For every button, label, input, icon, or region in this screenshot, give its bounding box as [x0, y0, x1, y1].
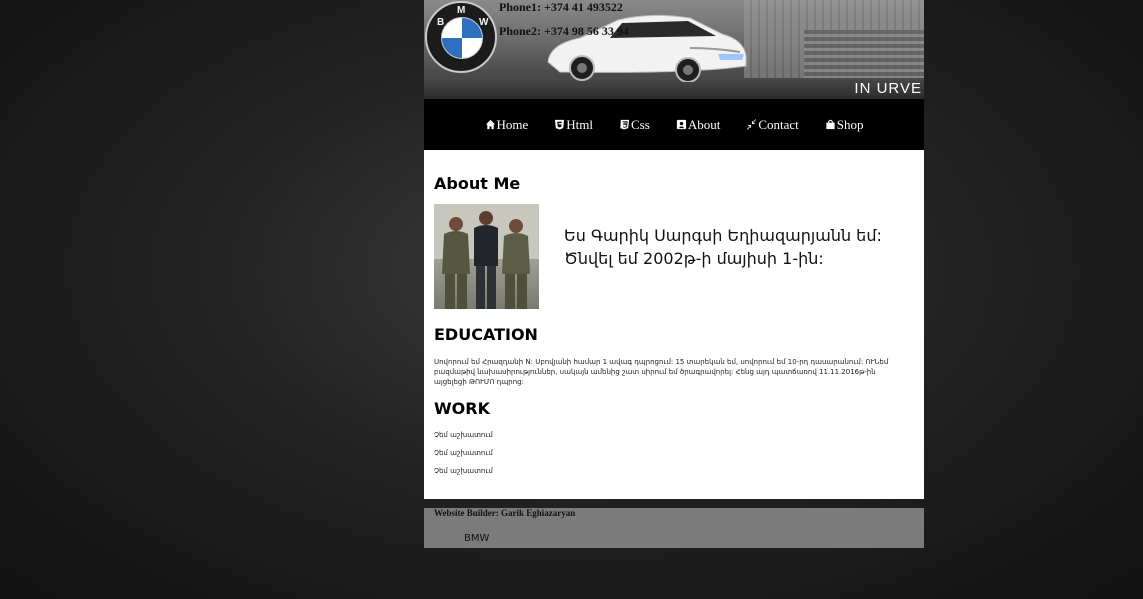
about-heading: About Me — [434, 174, 521, 193]
logo-letter-m: M — [457, 5, 466, 16]
nav-item-label: Contact — [758, 116, 799, 132]
nav-item-css[interactable]: Css — [619, 117, 650, 133]
education-text: Սովորում եմ Հրազդանի N: Սբովյանի համար 1… — [434, 358, 889, 386]
shopping-bag-icon — [826, 119, 835, 130]
nav-item-label: Html — [566, 116, 594, 132]
work-item: Չեմ աշխատում — [434, 431, 493, 439]
inurve-watermark: IN URVE — [854, 80, 922, 97]
page-container: B M W Phone1: +374 41 493522 Phone2: +37… — [424, 0, 924, 499]
nav-item-label: Css — [631, 116, 650, 132]
id-card-icon — [676, 119, 686, 130]
profile-photo — [434, 204, 539, 309]
car-image — [547, 14, 747, 82]
home-icon — [485, 119, 495, 130]
logo-letter-w: W — [479, 17, 489, 28]
nav-item-label: Shop — [836, 116, 864, 132]
site-footer: Website Builder: Garik Eghiazaryan BMW — [424, 508, 924, 548]
nav-item-label: Home — [496, 116, 529, 132]
nav-item-home[interactable]: Home — [485, 116, 529, 133]
css3-icon — [620, 119, 630, 130]
html5-icon — [555, 119, 565, 130]
main-navigation: Home Html Css About Contact Shop — [424, 99, 924, 150]
logo-letter-b: B — [437, 17, 445, 28]
compress-icon — [747, 119, 757, 130]
nav-item-label: About — [687, 116, 721, 132]
footer-brand: BMW — [464, 533, 490, 544]
work-heading: WORK — [434, 399, 490, 418]
nav-item-contact[interactable]: Contact — [746, 116, 799, 133]
people-photo-icon — [434, 204, 539, 309]
footer-credit: Website Builder: Garik Eghiazaryan — [434, 508, 576, 518]
bmw-roundel — [441, 17, 483, 59]
main-content: About Me Ես Գարիկ Սարգսի Եղիազարյանն եմ:… — [424, 150, 924, 499]
bmw-logo[interactable]: B M W — [425, 1, 497, 73]
nav-item-about[interactable]: About — [676, 116, 721, 133]
work-item: Չեմ աշխատում — [434, 449, 493, 457]
work-item: Չեմ աշխատում — [434, 467, 493, 475]
nav-item-shop[interactable]: Shop — [825, 116, 864, 133]
header-banner: B M W Phone1: +374 41 493522 Phone2: +37… — [424, 0, 924, 99]
intro-text: Ես Գարիկ Սարգսի Եղիազարյանն եմ: Ծնվել եմ… — [564, 226, 882, 268]
nav-item-html[interactable]: Html — [554, 117, 593, 133]
education-heading: EDUCATION — [434, 325, 538, 344]
phone-1: Phone1: +374 41 493522 — [499, 0, 623, 14]
phone-2: Phone2: +374 98 56 33 94 — [499, 24, 629, 38]
